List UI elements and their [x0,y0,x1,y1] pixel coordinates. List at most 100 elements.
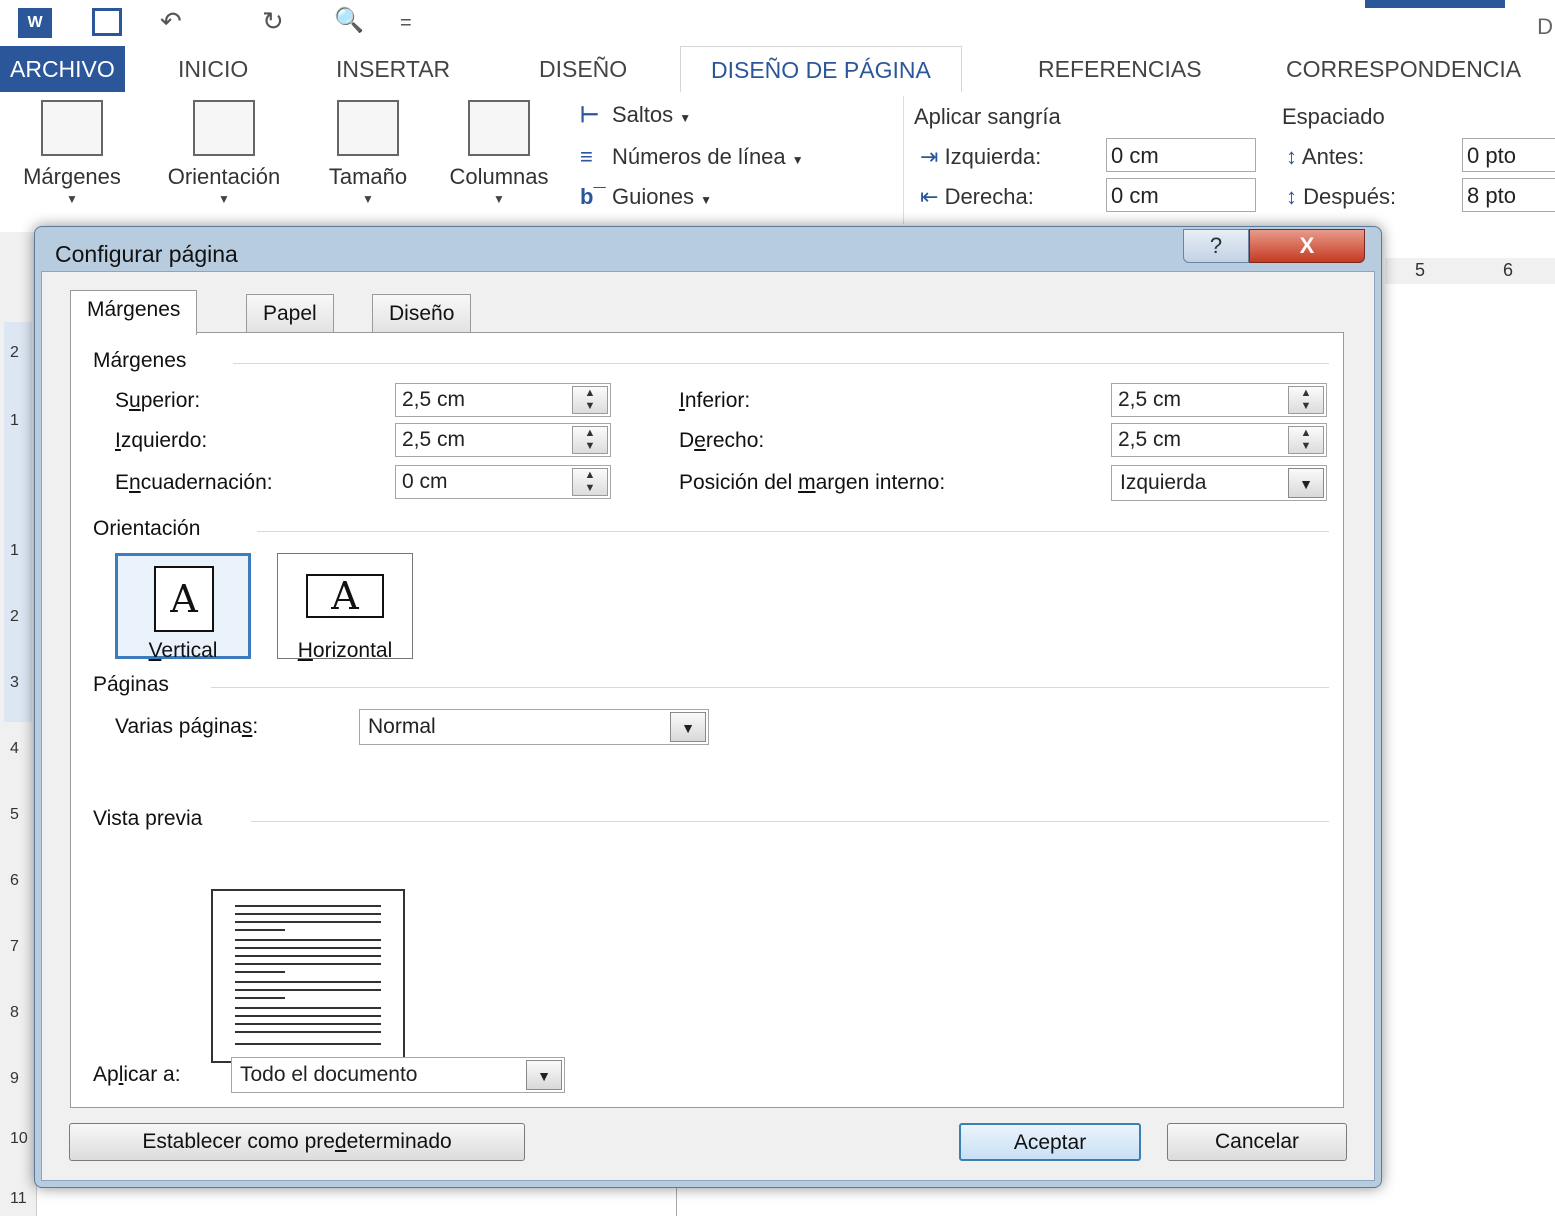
tab-papel[interactable]: Papel [246,294,334,333]
spin-value: 2,5 cm [402,428,466,451]
ruler-number: 5 [1415,260,1426,280]
indent-left-text: Izquierda: [944,144,1042,169]
dropdown-arrow-icon[interactable]: ▼ [526,1060,562,1090]
save-icon[interactable] [92,8,122,36]
dropdown-arrow-icon[interactable]: ▼ [1288,468,1324,498]
ruler-number: 4 [10,740,19,757]
gutter-position-select[interactable]: Izquierda ▼ [1111,465,1327,501]
chevron-down-icon: ▼ [362,192,374,206]
tab-insertar[interactable]: INSERTAR [322,46,464,92]
spacing-before-text: Antes: [1301,144,1365,169]
chevron-down-icon: ▼ [218,192,230,206]
select-value: Todo el documento [240,1063,418,1086]
orientation-button[interactable]: Orientación ▼ [146,100,302,206]
dialog-body: Márgenes Papel Diseño Márgenes Superior:… [41,271,1375,1181]
line-numbers-icon: ≡ [580,144,593,169]
gutter-input[interactable]: 0 cm ▲ ▼ [395,465,611,499]
portrait-page-icon: A [154,566,214,632]
spacing-before-input[interactable]: 0 pto [1462,138,1555,172]
ruler-number: 6 [1503,260,1514,280]
section-divider [211,687,1329,688]
tab-diseno-de-pagina[interactable]: DISEÑO DE PÁGINA [680,46,962,95]
set-default-button[interactable]: Establecer como predeterminado [69,1123,525,1161]
indent-right-label: ⇤ Derecha: [920,184,1034,210]
preview-text-line [235,1043,381,1045]
multiple-pages-select[interactable]: Normal ▼ [359,709,709,745]
spin-value: 2,5 cm [402,388,466,411]
spin-up-icon: ▲ [1300,427,1312,439]
bottom-margin-input[interactable]: 2,5 cm ▲ ▼ [1111,383,1327,417]
indent-right-icon: ⇤ [920,184,939,209]
spin-buttons[interactable]: ▲ ▼ [572,426,608,454]
spacing-after-label: ↕ Después: [1286,184,1396,210]
ruler-number: 5 [10,806,19,823]
word-app-icon[interactable]: W [18,8,52,38]
indent-right-input[interactable]: 0 cm [1106,178,1256,212]
size-button-label: Tamaño [328,164,408,189]
ruler-number: 11 [10,1190,27,1207]
apply-to-label: Aplicar a: [93,1063,181,1087]
chevron-down-icon: ▼ [791,153,804,167]
margins-button[interactable]: Márgenes ▼ [8,100,136,206]
spacing-before-label: ↕ Antes: [1286,144,1364,170]
ruler-number: 6 [10,872,19,889]
label-part: E [115,471,130,494]
spin-buttons[interactable]: ▲ ▼ [1288,386,1324,414]
close-button[interactable]: X [1249,229,1365,263]
redo-icon[interactable]: ↻ [262,6,284,37]
indent-left-input[interactable]: 0 cm [1106,138,1256,172]
spin-buttons[interactable]: ▲ ▼ [1288,426,1324,454]
preview-text-line [235,955,381,957]
customize-qat-icon[interactable]: = [400,12,412,35]
chevron-down-icon: ▼ [700,193,712,207]
tab-diseno-dialog[interactable]: Diseño [372,294,472,333]
orientation-button-label: Orientación [167,164,281,189]
section-divider [251,821,1329,822]
preview-text-line [235,997,285,999]
tab-archivo[interactable]: ARCHIVO [0,46,125,92]
tab-inicio[interactable]: INICIO [164,46,262,92]
hyphenation-icon: b¯ [580,184,606,209]
chevron-down-icon: ▼ [66,192,78,206]
help-button[interactable]: ? [1183,229,1249,263]
tab-correspondencia[interactable]: CORRESPONDENCIA [1272,46,1535,92]
tab-margenes[interactable]: Márgenes [70,290,198,335]
preview-text-line [235,929,285,931]
spin-value: 0 cm [402,470,448,493]
ok-button[interactable]: Aceptar [959,1123,1141,1161]
label-part: cuadernación: [140,471,273,494]
top-margin-input[interactable]: 2,5 cm ▲ ▼ [395,383,611,417]
tab-referencias[interactable]: REFERENCIAS [1024,46,1216,92]
label-part: Ap [93,1063,119,1086]
ruler-number: 10 [10,1130,28,1147]
preview-text-line [235,947,381,949]
orientation-section-title: Orientación [93,517,201,540]
chevron-down-icon: ▼ [493,192,505,206]
line-numbers-button[interactable]: ≡ Números de línea ▼ [580,144,804,170]
ruler-number: 3 [10,674,19,691]
hyphenation-button[interactable]: b¯ Guiones ▼ [580,184,712,210]
spin-buttons[interactable]: ▲ ▼ [572,468,608,496]
spin-down-icon: ▼ [584,482,596,494]
window-title: D [1537,14,1553,39]
apply-to-select[interactable]: Todo el documento ▼ [231,1057,565,1093]
margins-section-title: Márgenes [93,349,187,372]
right-margin-input[interactable]: 2,5 cm ▲ ▼ [1111,423,1327,457]
portrait-label: Vertical [115,639,251,663]
size-button[interactable]: Tamaño ▼ [310,100,426,206]
ruler-number: 9 [10,1070,19,1087]
tab-diseno[interactable]: DISEÑO [525,46,641,92]
columns-button-label: Columnas [449,164,549,189]
spacing-after-input[interactable]: 8 pto [1462,178,1555,212]
dialog-title: Configurar página [55,241,238,267]
label-part: perior: [140,389,201,412]
print-preview-icon[interactable]: 🔍 [334,6,364,35]
undo-icon[interactable]: ↶ [160,6,182,37]
breaks-button[interactable]: ⊢ Saltos ▼ [580,102,691,128]
ruler-number: 1 [10,412,19,429]
spin-buttons[interactable]: ▲ ▼ [572,386,608,414]
cancel-button[interactable]: Cancelar [1167,1123,1347,1161]
columns-button[interactable]: Columnas ▼ [432,100,566,206]
left-margin-input[interactable]: 2,5 cm ▲ ▼ [395,423,611,457]
dropdown-arrow-icon[interactable]: ▼ [670,712,706,742]
